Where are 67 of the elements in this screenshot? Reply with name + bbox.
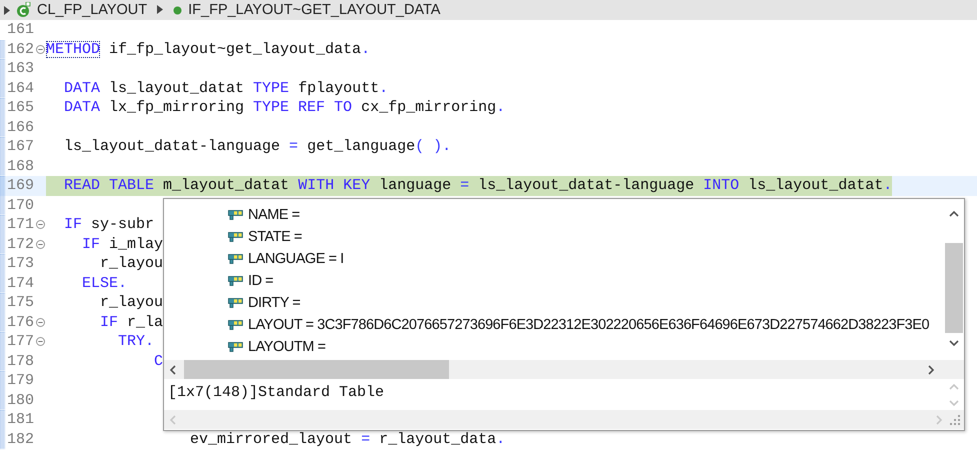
code-line: C — [153, 352, 164, 371]
method-icon — [173, 6, 182, 14]
resize-grip-icon[interactable] — [950, 414, 960, 424]
collapse-icon[interactable] — [36, 240, 45, 249]
line-number: 164 — [6, 80, 36, 97]
collapse-icon[interactable] — [36, 44, 45, 54]
code-line: ev_mirrored_layout = r_layout_data. — [189, 430, 506, 449]
breadcrumb-item[interactable]: CL_FP_LAYOUT — [37, 2, 148, 18]
line-number: 163 — [6, 60, 36, 78]
line-number: 162 — [6, 40, 36, 58]
line-number: 171 — [6, 216, 36, 234]
arrow-icon — [4, 6, 10, 14]
line-number: 172 — [6, 236, 36, 253]
code-line: ls_layout_datat-language = get_language( ). — [63, 137, 452, 156]
line-number: 166 — [6, 118, 36, 136]
code-line: DATA lx_fp_mirroring TYPE REF TO cx_fp_mirroring. — [63, 98, 506, 118]
scroll-left-icon[interactable] — [168, 364, 178, 376]
line-number: 178 — [6, 352, 36, 370]
code-line: ELSE. — [81, 274, 128, 293]
structure-icon — [228, 298, 243, 308]
scroll-up-icon[interactable] — [948, 209, 960, 219]
line-number: 174 — [6, 274, 36, 292]
code-line: TRY. — [117, 332, 154, 352]
line-number: 173 — [6, 255, 36, 272]
collapse-icon[interactable] — [36, 337, 45, 346]
code-line: IF sy-subr — [63, 215, 154, 234]
collapse-icon[interactable] — [36, 318, 45, 327]
scrollbar-thumb[interactable] — [945, 243, 963, 333]
line-number: 179 — [6, 372, 36, 390]
arrow-icon — [157, 5, 164, 14]
tree-item[interactable]: LANGUAGE = I — [248, 251, 344, 267]
line-number: 170 — [6, 196, 36, 214]
scroll-right-icon[interactable] — [926, 364, 936, 376]
code-line: METHOD if_fp_layout~get_layout_data. — [46, 40, 370, 59]
tree-item[interactable]: ID = — [248, 273, 274, 289]
code-line: IF i_mlay — [81, 234, 164, 254]
tree-item[interactable]: LAYOUT = 3C3F786D6C2076657273696F6E3D22312E302220656E636F64696E673D227574662D38223F3E0 — [248, 317, 930, 333]
line-number: 165 — [6, 99, 36, 116]
line-number: 176 — [6, 314, 36, 331]
code-line: DATA ls_layout_datat TYPE fplayoutt. — [63, 78, 388, 98]
structure-icon — [228, 232, 243, 242]
structure-icon — [228, 276, 243, 286]
line-number: 175 — [6, 294, 36, 312]
tree-item[interactable]: DIRTY = — [248, 295, 300, 311]
tree-item[interactable]: NAME = — [248, 207, 300, 223]
tree-item[interactable]: LAYOUTM = — [248, 339, 326, 355]
class-icon — [16, 2, 31, 18]
structure-icon — [228, 254, 243, 264]
collapse-icon[interactable] — [36, 220, 45, 230]
line-number: 177 — [6, 333, 36, 350]
line-number: 168 — [6, 158, 36, 175]
value-text: [1x7(148)]Standard Table — [167, 383, 386, 403]
line-number: 182 — [6, 430, 36, 448]
line-number: 180 — [6, 392, 36, 409]
code-line: r_layou — [99, 293, 164, 312]
scrollbar-thumb[interactable] — [184, 360, 449, 379]
code-line: IF r_la — [99, 312, 164, 332]
tree-item[interactable]: STATE = — [248, 229, 302, 245]
line-number: 181 — [6, 411, 36, 428]
structure-icon — [228, 342, 243, 352]
code-line: r_layou — [99, 254, 164, 274]
breadcrumb-item[interactable]: IF_FP_LAYOUT~GET_LAYOUT_DATA — [188, 2, 440, 18]
line-number: 167 — [6, 138, 36, 156]
line-number: 161 — [6, 21, 36, 38]
line-number: 169 — [6, 177, 36, 194]
structure-icon — [228, 320, 243, 330]
structure-icon — [228, 210, 243, 220]
